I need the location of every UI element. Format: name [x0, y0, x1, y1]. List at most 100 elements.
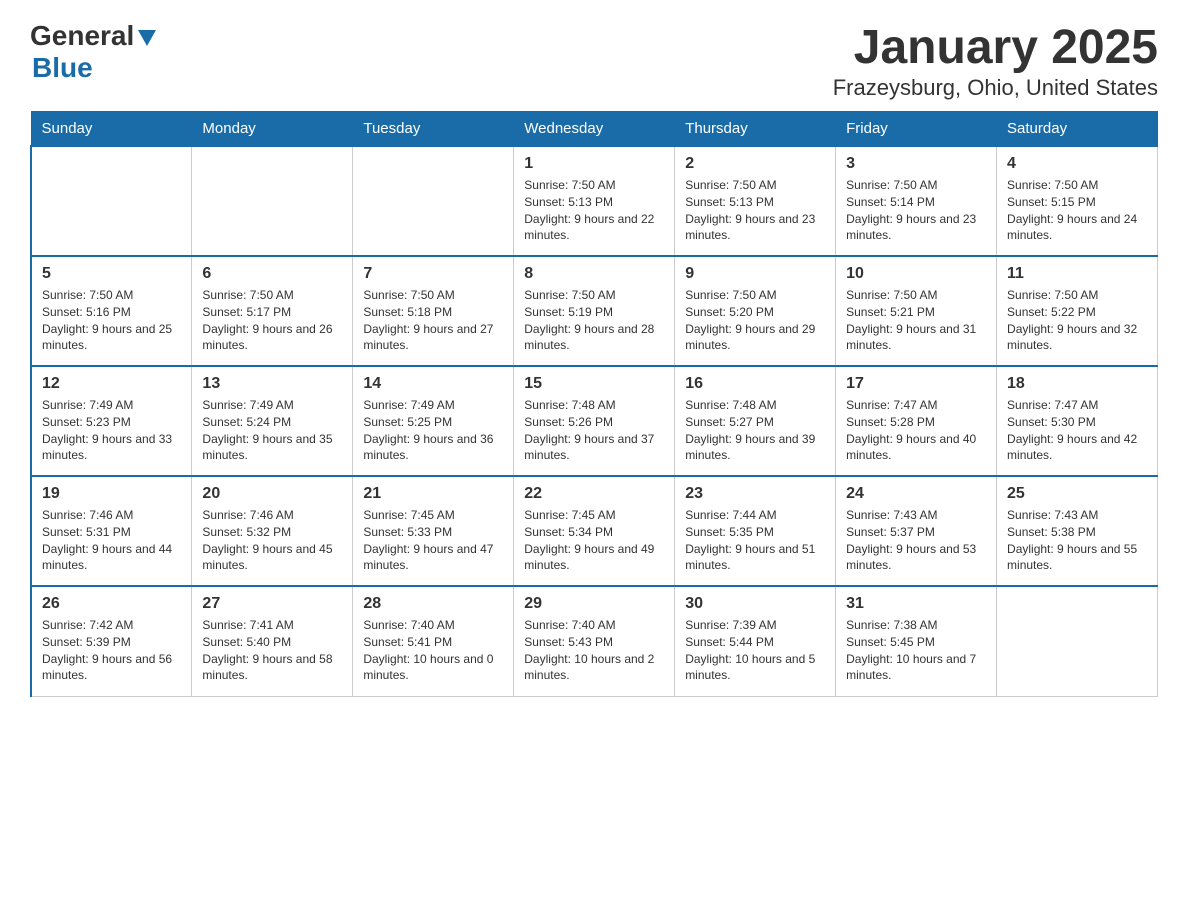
day-info: Sunrise: 7:50 AMSunset: 5:20 PMDaylight:…: [685, 287, 825, 354]
day-info: Sunrise: 7:38 AMSunset: 5:45 PMDaylight:…: [846, 617, 986, 684]
day-number: 3: [846, 155, 986, 173]
calendar-cell: 27Sunrise: 7:41 AMSunset: 5:40 PMDayligh…: [192, 586, 353, 696]
day-info: Sunrise: 7:48 AMSunset: 5:27 PMDaylight:…: [685, 397, 825, 464]
calendar-week-row: 5 Sunrise: 7:50 AMSunset: 5:16 PMDaylight…: [31, 256, 1158, 366]
calendar-cell: 25 Sunrise: 7:43 AMSunset: 5:38 PMDayligh…: [997, 476, 1158, 586]
day-info: Sunrise: 7:50 AMSunset: 5:15 PMDaylight:…: [1007, 177, 1147, 244]
day-number: 4: [1007, 155, 1147, 173]
calendar-cell: 2Sunrise: 7:50 AMSunset: 5:13 PMDaylight…: [675, 146, 836, 256]
calendar-cell: [192, 146, 353, 256]
logo-general-text: General: [30, 20, 134, 52]
calendar-cell: 8Sunrise: 7:50 AMSunset: 5:19 PMDaylight…: [514, 256, 675, 366]
calendar-cell: 4 Sunrise: 7:50 AMSunset: 5:15 PMDaylight…: [997, 146, 1158, 256]
day-number: 31: [846, 595, 986, 613]
calendar-cell: [353, 146, 514, 256]
day-info: Sunrise: 7:50 AMSunset: 5:16 PMDaylight:…: [42, 287, 181, 354]
day-number: 14: [363, 375, 503, 393]
day-info: Sunrise: 7:50 AMSunset: 5:14 PMDaylight:…: [846, 177, 986, 244]
page-title: January 2025: [833, 20, 1158, 75]
day-number: 18: [1007, 375, 1147, 393]
day-info: Sunrise: 7:40 AMSunset: 5:41 PMDaylight:…: [363, 617, 503, 684]
calendar-week-row: 12Sunrise: 7:49 AMSunset: 5:23 PMDayligh…: [31, 366, 1158, 476]
calendar-header-row: SundayMondayTuesdayWednesdayThursdayFrid…: [31, 112, 1158, 147]
calendar-cell: 19Sunrise: 7:46 AMSunset: 5:31 PMDayligh…: [31, 476, 192, 586]
day-info: Sunrise: 7:49 AMSunset: 5:23 PMDaylight:…: [42, 397, 181, 464]
calendar-cell: 22 Sunrise: 7:45 AMSunset: 5:34 PMDayligh…: [514, 476, 675, 586]
day-info: Sunrise: 7:45 AMSunset: 5:34 PMDaylight:…: [524, 507, 664, 574]
day-info: Sunrise: 7:50 AMSunset: 5:19 PMDaylight:…: [524, 287, 664, 354]
day-number: 28: [363, 595, 503, 613]
calendar-header-friday: Friday: [836, 112, 997, 147]
calendar-cell: 29Sunrise: 7:40 AMSunset: 5:43 PMDayligh…: [514, 586, 675, 696]
calendar-header-monday: Monday: [192, 112, 353, 147]
day-number: 27: [202, 595, 342, 613]
day-number: 20: [202, 485, 342, 503]
calendar-cell: 13 Sunrise: 7:49 AMSunset: 5:24 PMDayligh…: [192, 366, 353, 476]
day-number: 2: [685, 155, 825, 173]
calendar-cell: 5 Sunrise: 7:50 AMSunset: 5:16 PMDaylight…: [31, 256, 192, 366]
day-number: 24: [846, 485, 986, 503]
day-number: 13: [202, 375, 342, 393]
calendar-header-sunday: Sunday: [31, 112, 192, 147]
page-header: General Blue January 2025 Frazeysburg, O…: [30, 20, 1158, 101]
day-number: 23: [685, 485, 825, 503]
title-block: January 2025 Frazeysburg, Ohio, United S…: [833, 20, 1158, 101]
day-info: Sunrise: 7:46 AMSunset: 5:31 PMDaylight:…: [42, 507, 181, 574]
day-number: 10: [846, 265, 986, 283]
calendar-cell: 31 Sunrise: 7:38 AMSunset: 5:45 PMDayligh…: [836, 586, 997, 696]
calendar-table: SundayMondayTuesdayWednesdayThursdayFrid…: [30, 111, 1158, 697]
day-info: Sunrise: 7:49 AMSunset: 5:24 PMDaylight:…: [202, 397, 342, 464]
day-number: 22: [524, 485, 664, 503]
calendar-header-thursday: Thursday: [675, 112, 836, 147]
day-number: 6: [202, 265, 342, 283]
day-info: Sunrise: 7:45 AMSunset: 5:33 PMDaylight:…: [363, 507, 503, 574]
logo-blue-text: Blue: [32, 52, 93, 84]
calendar-cell: [997, 586, 1158, 696]
calendar-cell: 11 Sunrise: 7:50 AMSunset: 5:22 PMDayligh…: [997, 256, 1158, 366]
calendar-header-wednesday: Wednesday: [514, 112, 675, 147]
day-number: 16: [685, 375, 825, 393]
day-info: Sunrise: 7:50 AMSunset: 5:13 PMDaylight:…: [524, 177, 664, 244]
calendar-cell: 28 Sunrise: 7:40 AMSunset: 5:41 PMDayligh…: [353, 586, 514, 696]
day-number: 26: [42, 595, 181, 613]
calendar-cell: 3 Sunrise: 7:50 AMSunset: 5:14 PMDaylight…: [836, 146, 997, 256]
day-number: 7: [363, 265, 503, 283]
calendar-cell: 16 Sunrise: 7:48 AMSunset: 5:27 PMDayligh…: [675, 366, 836, 476]
day-number: 9: [685, 265, 825, 283]
calendar-cell: 30Sunrise: 7:39 AMSunset: 5:44 PMDayligh…: [675, 586, 836, 696]
calendar-cell: 21Sunrise: 7:45 AMSunset: 5:33 PMDayligh…: [353, 476, 514, 586]
logo: General Blue: [30, 20, 158, 84]
day-info: Sunrise: 7:46 AMSunset: 5:32 PMDaylight:…: [202, 507, 342, 574]
calendar-cell: 20 Sunrise: 7:46 AMSunset: 5:32 PMDayligh…: [192, 476, 353, 586]
day-info: Sunrise: 7:43 AMSunset: 5:38 PMDaylight:…: [1007, 507, 1147, 574]
day-info: Sunrise: 7:42 AMSunset: 5:39 PMDaylight:…: [42, 617, 181, 684]
day-number: 5: [42, 265, 181, 283]
day-info: Sunrise: 7:47 AMSunset: 5:30 PMDaylight:…: [1007, 397, 1147, 464]
page-subtitle: Frazeysburg, Ohio, United States: [833, 75, 1158, 101]
day-info: Sunrise: 7:48 AMSunset: 5:26 PMDaylight:…: [524, 397, 664, 464]
day-info: Sunrise: 7:47 AMSunset: 5:28 PMDaylight:…: [846, 397, 986, 464]
day-number: 17: [846, 375, 986, 393]
day-info: Sunrise: 7:50 AMSunset: 5:22 PMDaylight:…: [1007, 287, 1147, 354]
calendar-cell: 1Sunrise: 7:50 AMSunset: 5:13 PMDaylight…: [514, 146, 675, 256]
day-info: Sunrise: 7:44 AMSunset: 5:35 PMDaylight:…: [685, 507, 825, 574]
calendar-cell: 9 Sunrise: 7:50 AMSunset: 5:20 PMDaylight…: [675, 256, 836, 366]
calendar-cell: 6 Sunrise: 7:50 AMSunset: 5:17 PMDaylight…: [192, 256, 353, 366]
calendar-cell: 18 Sunrise: 7:47 AMSunset: 5:30 PMDayligh…: [997, 366, 1158, 476]
logo-triangle-icon: [136, 26, 158, 48]
day-info: Sunrise: 7:50 AMSunset: 5:17 PMDaylight:…: [202, 287, 342, 354]
calendar-cell: 10Sunrise: 7:50 AMSunset: 5:21 PMDayligh…: [836, 256, 997, 366]
calendar-week-row: 19Sunrise: 7:46 AMSunset: 5:31 PMDayligh…: [31, 476, 1158, 586]
calendar-header-tuesday: Tuesday: [353, 112, 514, 147]
day-number: 15: [524, 375, 664, 393]
day-info: Sunrise: 7:50 AMSunset: 5:18 PMDaylight:…: [363, 287, 503, 354]
calendar-cell: 26 Sunrise: 7:42 AMSunset: 5:39 PMDayligh…: [31, 586, 192, 696]
calendar-cell: 14Sunrise: 7:49 AMSunset: 5:25 PMDayligh…: [353, 366, 514, 476]
calendar-header-saturday: Saturday: [997, 112, 1158, 147]
calendar-week-row: 1Sunrise: 7:50 AMSunset: 5:13 PMDaylight…: [31, 146, 1158, 256]
day-number: 30: [685, 595, 825, 613]
calendar-cell: 7 Sunrise: 7:50 AMSunset: 5:18 PMDaylight…: [353, 256, 514, 366]
day-number: 11: [1007, 265, 1147, 283]
calendar-cell: 15 Sunrise: 7:48 AMSunset: 5:26 PMDayligh…: [514, 366, 675, 476]
day-number: 25: [1007, 485, 1147, 503]
